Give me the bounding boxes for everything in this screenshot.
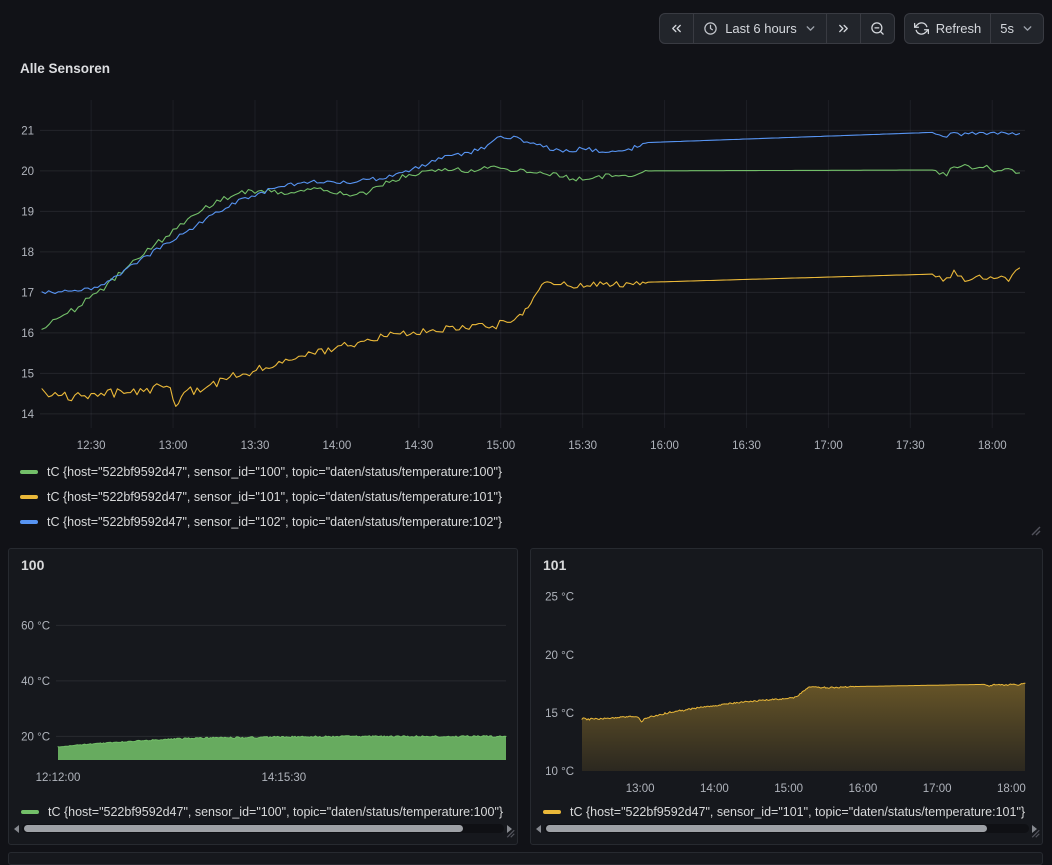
panel-101-legend: tC {host="522bf9592d47", sensor_id="101"…: [543, 801, 1032, 823]
svg-text:21: 21: [21, 125, 34, 137]
legend-label: tC {host="522bf9592d47", sensor_id="101"…: [570, 805, 1025, 819]
legend-label: tC {host="522bf9592d47", sensor_id="100"…: [47, 465, 502, 479]
refresh-icon: [914, 21, 929, 36]
svg-text:14:00: 14:00: [323, 440, 352, 452]
panel-101: 101 tC {host="522bf9592d47", sensor_id="…: [530, 548, 1043, 845]
panel-title-alle-sensoren[interactable]: Alle Sensoren: [20, 61, 110, 76]
svg-text:14: 14: [21, 409, 34, 421]
svg-text:13:00: 13:00: [159, 440, 188, 452]
refresh-interval-label: 5s: [1000, 21, 1014, 36]
legend-swatch: [20, 520, 38, 524]
legend-label: tC {host="522bf9592d47", sensor_id="101"…: [47, 490, 502, 504]
panel-100-scrollbar: [14, 822, 512, 835]
legend-item[interactable]: tC {host="522bf9592d47", sensor_id="101"…: [20, 484, 1030, 509]
time-range-picker-button[interactable]: Last 6 hours: [694, 14, 827, 43]
svg-text:15: 15: [21, 368, 34, 380]
chevrons-right-icon: [836, 21, 851, 36]
svg-text:19: 19: [21, 206, 34, 218]
legend-item[interactable]: tC {host="522bf9592d47", sensor_id="101"…: [543, 801, 1032, 823]
zoom-out-time-button[interactable]: [861, 14, 894, 43]
time-shift-back-button[interactable]: [660, 14, 694, 43]
grafana-dashboard: { "toolbar": { "time_range": "Last 6 hou…: [0, 0, 1052, 865]
svg-text:16: 16: [21, 328, 34, 340]
panel-resize-handle[interactable]: [502, 825, 516, 844]
main-chart-legend: tC {host="522bf9592d47", sensor_id="100"…: [20, 459, 1030, 534]
svg-text:12:30: 12:30: [77, 440, 106, 452]
panel-100: 100 tC {host="522bf9592d47", sensor_id="…: [8, 548, 518, 845]
scroll-thumb[interactable]: [24, 825, 463, 832]
scroll-track[interactable]: [544, 824, 1029, 833]
legend-swatch: [543, 810, 561, 814]
refresh-interval-picker[interactable]: 5s: [991, 14, 1043, 43]
legend-swatch: [21, 810, 39, 814]
svg-text:16:00: 16:00: [650, 440, 679, 452]
chevron-down-icon: [1021, 22, 1034, 35]
legend-item[interactable]: tC {host="522bf9592d47", sensor_id="100"…: [20, 459, 1030, 484]
clock-icon: [703, 21, 718, 36]
time-shift-forward-button[interactable]: [827, 14, 861, 43]
panel-100-legend: tC {host="522bf9592d47", sensor_id="100"…: [21, 801, 507, 823]
refresh-label: Refresh: [936, 21, 982, 36]
scroll-thumb[interactable]: [546, 825, 987, 832]
svg-text:17: 17: [21, 287, 34, 299]
refresh-group: Refresh 5s: [904, 13, 1044, 44]
legend-swatch: [20, 470, 38, 474]
svg-text:15:00: 15:00: [486, 440, 515, 452]
svg-text:16:30: 16:30: [732, 440, 761, 452]
time-range-label: Last 6 hours: [725, 21, 797, 36]
refresh-button[interactable]: Refresh: [905, 14, 992, 43]
svg-text:18: 18: [21, 247, 34, 259]
svg-text:20: 20: [21, 166, 34, 178]
legend-item[interactable]: tC {host="522bf9592d47", sensor_id="100"…: [21, 801, 507, 823]
svg-text:13:30: 13:30: [241, 440, 270, 452]
scroll-left-icon[interactable]: [536, 825, 541, 833]
time-range-group: Last 6 hours: [659, 13, 895, 44]
zoom-out-icon: [870, 21, 885, 36]
panel-102: 102: [8, 852, 1043, 865]
panel-resize-handle[interactable]: [1026, 521, 1042, 542]
legend-item[interactable]: tC {host="522bf9592d47", sensor_id="102"…: [20, 509, 1030, 534]
legend-swatch: [20, 495, 38, 499]
svg-text:18:00: 18:00: [978, 440, 1007, 452]
legend-label: tC {host="522bf9592d47", sensor_id="100"…: [48, 805, 503, 819]
scroll-left-icon[interactable]: [14, 825, 19, 833]
panel-title-100[interactable]: 100: [21, 557, 44, 573]
chevron-down-icon: [804, 22, 817, 35]
legend-label: tC {host="522bf9592d47", sensor_id="102"…: [47, 515, 502, 529]
svg-text:15:30: 15:30: [568, 440, 597, 452]
scroll-track[interactable]: [22, 824, 504, 833]
svg-text:17:30: 17:30: [896, 440, 925, 452]
svg-text:14:30: 14:30: [404, 440, 433, 452]
panel-101-scrollbar: [536, 822, 1037, 835]
svg-text:17:00: 17:00: [814, 440, 843, 452]
panel-title-102[interactable]: 102: [21, 861, 44, 865]
chevrons-left-icon: [669, 21, 684, 36]
panel-resize-handle[interactable]: [1027, 825, 1041, 844]
time-controls-toolbar: Last 6 hours Refresh 5s: [659, 13, 1044, 44]
panel-title-101[interactable]: 101: [543, 557, 566, 573]
